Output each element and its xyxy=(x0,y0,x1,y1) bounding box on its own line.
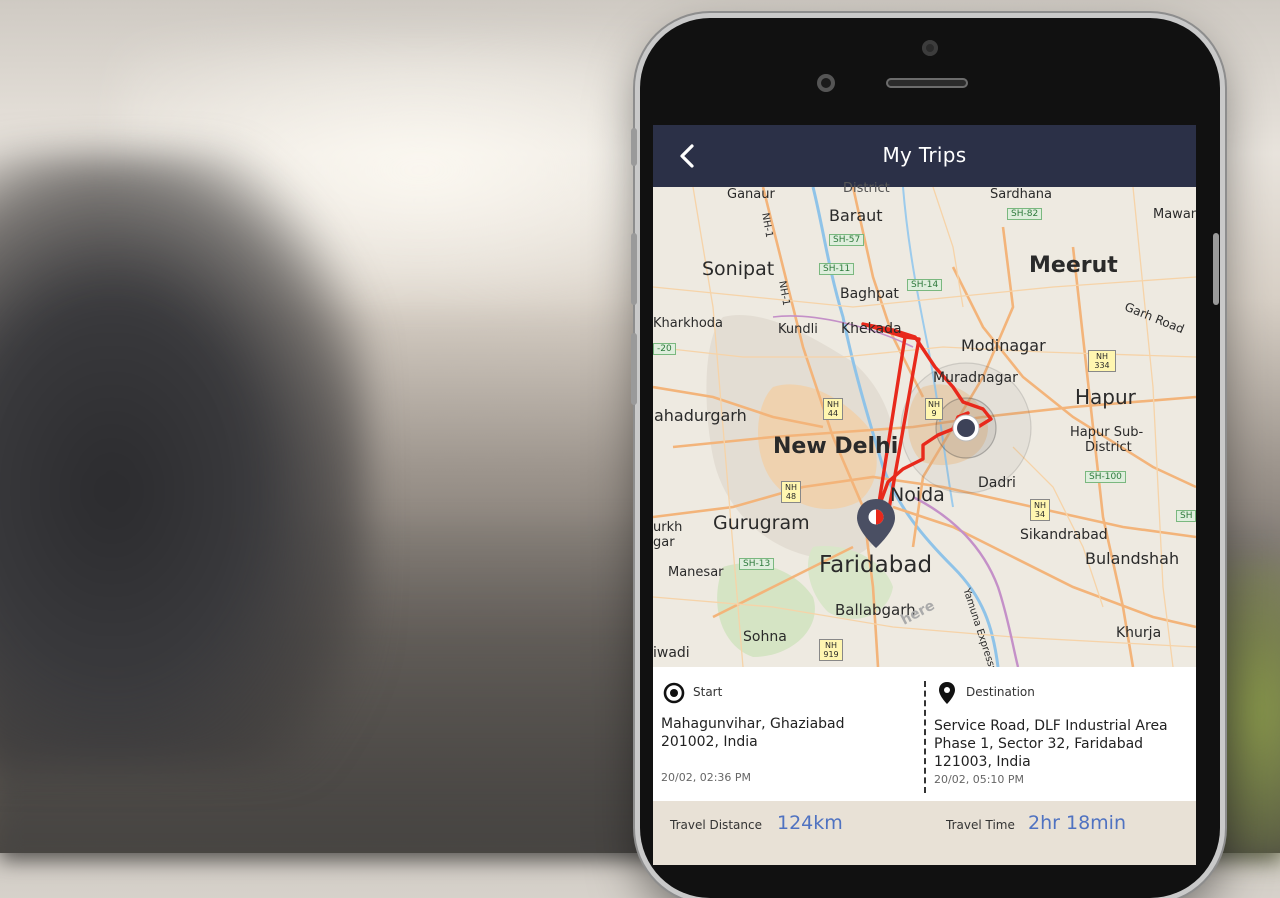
start-address-line1: Mahagunvihar, Ghaziabad xyxy=(661,716,845,732)
map-label-sikandrabad: Sikandrabad xyxy=(1020,527,1108,543)
map-label-sohna: Sohna xyxy=(743,629,787,645)
front-camera xyxy=(922,40,938,56)
map-label-faridabad: Faridabad xyxy=(819,552,933,578)
shield-nh9: NH 9 xyxy=(925,398,943,420)
map-label-meerut: Meerut xyxy=(1029,253,1118,278)
shield-nh334: NH 334 xyxy=(1088,350,1116,372)
proximity-sensor xyxy=(817,74,835,92)
map-label-manesar: Manesar xyxy=(668,565,724,580)
power-button xyxy=(1213,233,1219,305)
start-circle-icon xyxy=(663,682,685,704)
map-label-khurja: Khurja xyxy=(1116,625,1162,641)
map-label-gar: gar xyxy=(653,535,675,550)
destination-address-line2: Phase 1, Sector 32, Faridabad xyxy=(934,736,1144,752)
map-label-kundli: Kundli xyxy=(778,322,818,337)
map-label-gurugram: Gurugram xyxy=(713,512,810,534)
location-pin-icon xyxy=(939,682,955,704)
map-label-hapur-district: District xyxy=(1085,440,1132,455)
app-screen: My Trips Ganaur District Sardhana Mawan … xyxy=(653,125,1196,865)
map-label-kharkhoda: Kharkhoda xyxy=(653,316,724,331)
map-label-bahadurgarh: Bahadurgarh xyxy=(653,406,747,425)
map-label-sardhana: Sardhana xyxy=(990,187,1052,202)
shield-sh11: SH-11 xyxy=(819,263,855,275)
map-label-hapur-sub: Hapur Sub- xyxy=(1070,425,1144,440)
shield-nh34: NH 34 xyxy=(1030,499,1050,521)
shield-nh919: NH 919 xyxy=(819,639,843,661)
map-label-sonipat: Sonipat xyxy=(702,258,775,280)
map-label-khekada: Khekada xyxy=(841,321,902,337)
background-car xyxy=(0,150,370,770)
shield-nh48: NH 48 xyxy=(781,481,801,503)
start-label: Start xyxy=(693,685,723,699)
phone-device: My Trips Ganaur District Sardhana Mawan … xyxy=(631,18,1220,898)
trip-stats-bar: Travel Distance 124km Travel Time 2hr 18… xyxy=(653,801,1196,865)
map-label-district: District xyxy=(843,181,890,196)
earpiece-speaker xyxy=(886,78,968,88)
travel-distance-label: Travel Distance xyxy=(670,818,762,832)
mute-switch xyxy=(631,128,637,166)
travel-distance-value: 124km xyxy=(777,812,843,834)
map-label-noida: Noida xyxy=(890,484,945,506)
map-label-muradnagar: Muradnagar xyxy=(933,370,1018,386)
travel-time-label: Travel Time xyxy=(946,818,1015,832)
shield-sh20: -20 xyxy=(653,343,676,355)
trip-details: Start Mahagunvihar, Ghaziabad 201002, In… xyxy=(653,667,1196,801)
destination-time: 20/02, 05:10 PM xyxy=(934,773,1025,786)
target-marker-icon xyxy=(952,414,980,442)
destination-address: Service Road, DLF Industrial Area Phase … xyxy=(934,717,1189,771)
map-label-dadri: Dadri xyxy=(978,475,1016,491)
start-time: 20/02, 02:36 PM xyxy=(661,771,752,784)
start-section: Start Mahagunvihar, Ghaziabad 201002, In… xyxy=(653,667,923,801)
shield-sh14: SH-14 xyxy=(907,279,943,291)
map-label-new-delhi: New Delhi xyxy=(773,434,899,459)
map-label-mawan: Mawan xyxy=(1153,207,1196,222)
shield-sh-right: SH xyxy=(1176,510,1196,522)
shield-sh57: SH-57 xyxy=(829,234,865,246)
volume-down-button xyxy=(631,333,637,405)
destination-label: Destination xyxy=(966,685,1035,699)
map-label-hapur: Hapur xyxy=(1075,385,1136,409)
destination-section: Destination Service Road, DLF Industrial… xyxy=(926,667,1196,801)
start-address: Mahagunvihar, Ghaziabad 201002, India xyxy=(661,715,916,751)
destination-address-line3: 121003, India xyxy=(934,754,1031,770)
map-label-iwadi: iwadi xyxy=(653,645,690,661)
map-label-urkh: urkh xyxy=(653,520,683,535)
shield-nh44: NH 44 xyxy=(823,398,843,420)
start-address-line2: 201002, India xyxy=(661,734,758,750)
app-header: My Trips xyxy=(653,125,1196,187)
travel-time-value: 2hr 18min xyxy=(1028,812,1126,834)
destination-address-line1: Service Road, DLF Industrial Area xyxy=(934,718,1168,734)
map-label-baghpat: Baghpat xyxy=(840,286,899,302)
volume-up-button xyxy=(631,233,637,305)
page-title: My Trips xyxy=(882,143,967,167)
trip-map[interactable]: Ganaur District Sardhana Mawan Baraut So… xyxy=(653,181,1196,687)
shield-sh100: SH-100 xyxy=(1085,471,1126,483)
map-label-baraut: Baraut xyxy=(829,206,883,225)
map-label-modinagar: Modinagar xyxy=(961,336,1046,355)
shield-sh82: SH-82 xyxy=(1007,208,1043,220)
shield-sh13: SH-13 xyxy=(739,558,775,570)
map-label-bulandshah: Bulandshah xyxy=(1085,549,1180,568)
map-label-ganaur: Ganaur xyxy=(727,187,775,202)
